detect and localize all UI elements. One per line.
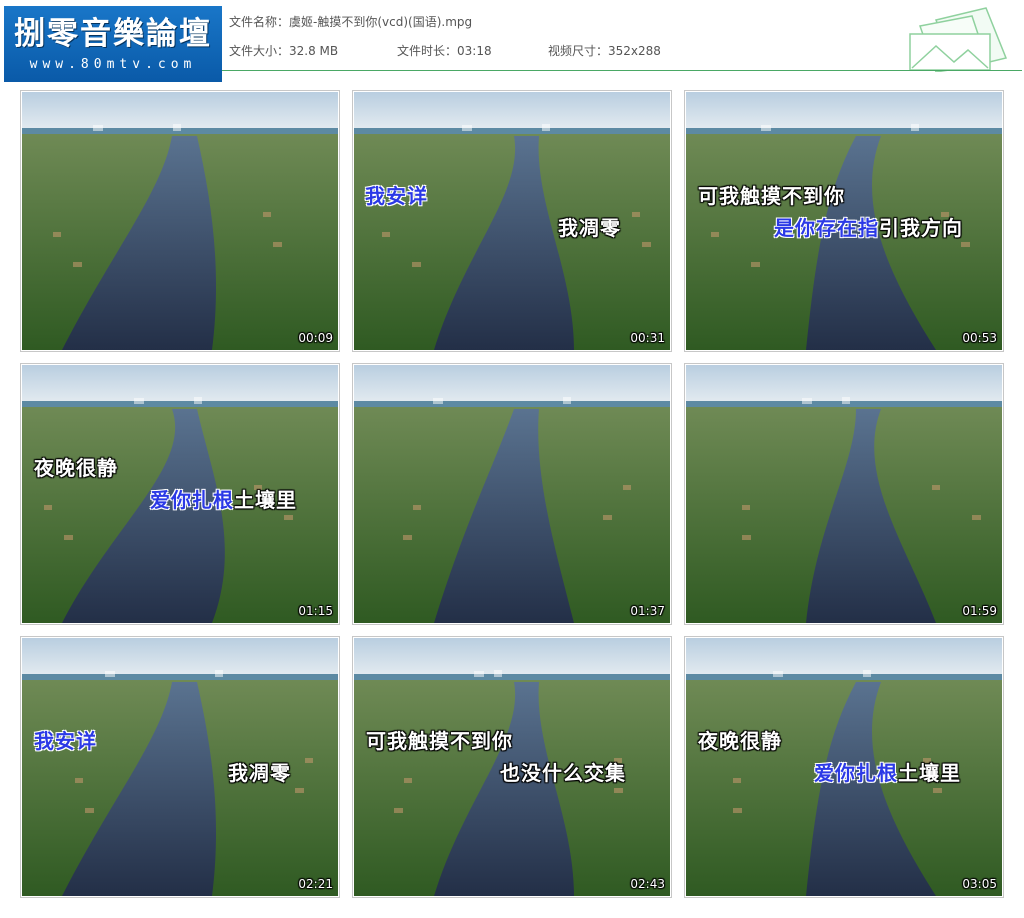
video-thumbnail[interactable]: 00:31 bbox=[352, 90, 672, 352]
video-dims-value: 352x288 bbox=[608, 44, 661, 58]
timestamp: 01:15 bbox=[298, 604, 333, 618]
aerial-river-scene bbox=[354, 92, 670, 350]
subtitle-line-1: 我安详 bbox=[34, 729, 97, 753]
file-name-label: 文件名称： bbox=[229, 15, 290, 29]
subtitle-line-1: 夜晚很静 bbox=[698, 729, 782, 753]
file-size-row: 文件大小：32.8 MB bbox=[229, 42, 338, 59]
subtitle-sung-part: 我凋零 bbox=[228, 761, 291, 785]
video-dims-label: 视频尺寸： bbox=[548, 44, 609, 58]
picture-stack-icon bbox=[909, 7, 1008, 72]
subtitle-line-1: 可我触摸不到你 bbox=[698, 184, 845, 208]
file-size-value: 32.8 MB bbox=[289, 44, 339, 58]
subtitle-unsung-part: 土壤里 bbox=[898, 761, 961, 785]
subtitle-sung-part: 是你存在指 bbox=[774, 216, 879, 240]
subtitle-unsung-part: 土壤里 bbox=[234, 488, 297, 512]
subtitle-sung-part: 我凋零 bbox=[558, 216, 621, 240]
timestamp: 00:09 bbox=[298, 331, 333, 345]
logo-title: 捌零音樂論壇 bbox=[14, 16, 212, 52]
timestamp: 00:31 bbox=[630, 331, 665, 345]
file-name-row: 文件名称：虞姬-触摸不到你(vcd)(国语).mpg bbox=[229, 13, 472, 30]
file-size-label: 文件大小： bbox=[229, 44, 290, 58]
file-duration-row: 文件时长：03:18 bbox=[397, 42, 492, 59]
header-divider bbox=[222, 70, 1022, 71]
subtitle-line-2: 我凋零 bbox=[558, 212, 621, 241]
site-logo: 捌零音樂論壇 www.80mtv.com bbox=[4, 6, 222, 82]
subtitle-unsung-part: 引我方向 bbox=[879, 216, 963, 240]
aerial-river-scene bbox=[686, 365, 1002, 623]
timestamp: 00:53 bbox=[962, 331, 997, 345]
file-duration-value: 03:18 bbox=[457, 44, 492, 58]
subtitle-sung-part: 也没什么交集 bbox=[500, 761, 626, 785]
subtitle-line-1: 我安详 bbox=[365, 184, 428, 208]
subtitle-line-1: 夜晚很静 bbox=[34, 456, 118, 480]
subtitle-sung-part: 爱你扎根 bbox=[814, 761, 898, 785]
subtitle-line-2: 是你存在指引我方向 bbox=[774, 212, 963, 241]
subtitle-sung-part: 爱你扎根 bbox=[150, 488, 234, 512]
video-thumbnail[interactable]: 01:59 bbox=[684, 363, 1004, 625]
video-dims-row: 视频尺寸：352x288 bbox=[548, 42, 661, 59]
header: 捌零音樂論壇 www.80mtv.com 文件名称：虞姬-触摸不到你(vcd)(… bbox=[0, 0, 1024, 82]
timestamp: 03:05 bbox=[962, 877, 997, 891]
timestamp: 01:59 bbox=[962, 604, 997, 618]
timestamp: 01:37 bbox=[630, 604, 665, 618]
file-name-value: 虞姬-触摸不到你(vcd)(国语).mpg bbox=[289, 15, 473, 29]
video-thumbnail[interactable]: 02:21 bbox=[20, 636, 340, 898]
subtitle-line-1: 可我触摸不到你 bbox=[366, 729, 513, 753]
video-thumbnail[interactable]: 01:37 bbox=[352, 363, 672, 625]
subtitle-line-2: 也没什么交集 bbox=[500, 757, 626, 786]
timestamp: 02:43 bbox=[630, 877, 665, 891]
aerial-river-scene bbox=[354, 365, 670, 623]
subtitle-line-2: 我凋零 bbox=[228, 757, 291, 786]
subtitle-line-2: 爱你扎根土壤里 bbox=[150, 484, 297, 513]
timestamp: 02:21 bbox=[298, 877, 333, 891]
aerial-river-scene bbox=[22, 92, 338, 350]
video-thumbnail[interactable]: 00:09 bbox=[20, 90, 340, 352]
subtitle-line-2: 爱你扎根土壤里 bbox=[814, 757, 961, 786]
file-duration-label: 文件时长： bbox=[397, 44, 458, 58]
logo-url: www.80mtv.com bbox=[29, 57, 197, 72]
